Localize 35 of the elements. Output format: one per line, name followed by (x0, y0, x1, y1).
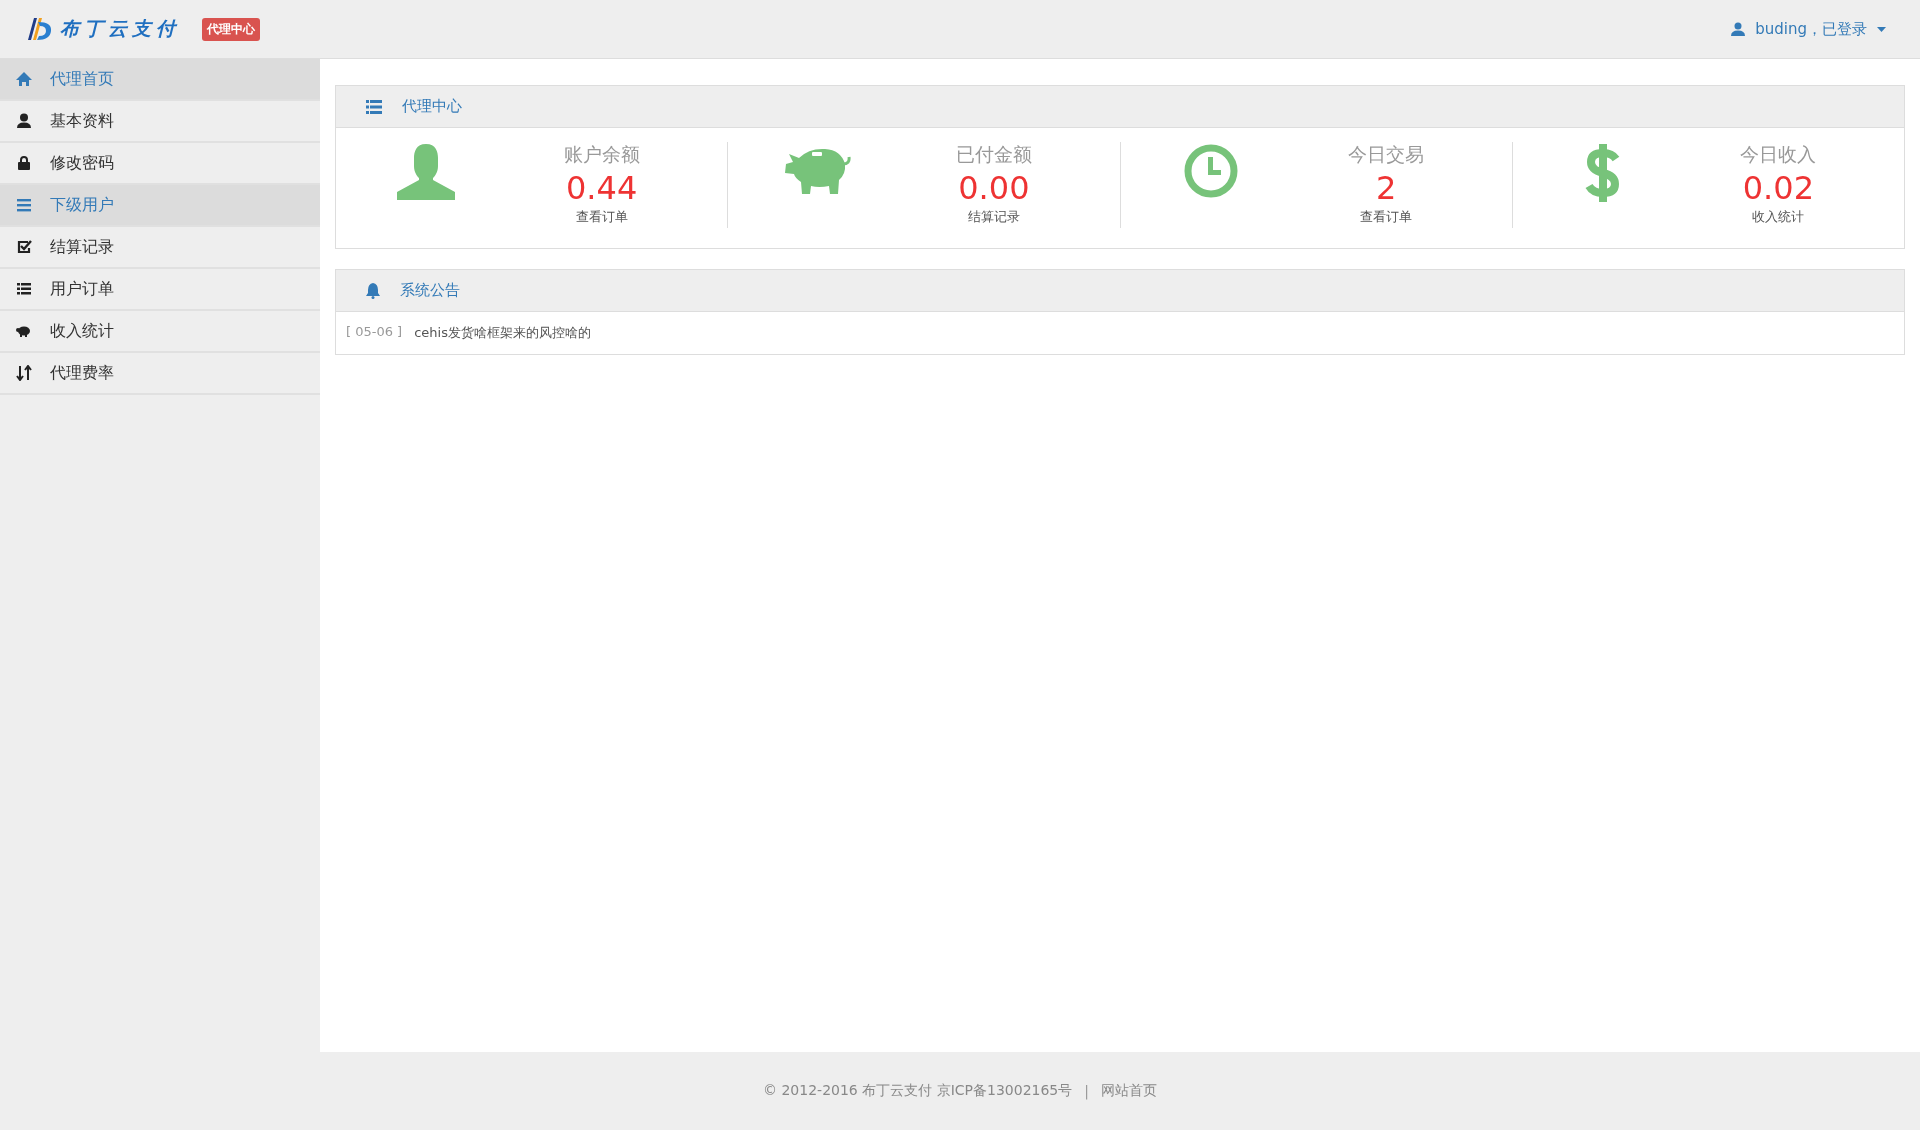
notice-link[interactable]: cehis发货啥框架来的风控啥的 (414, 324, 591, 342)
dollar-icon (1583, 144, 1622, 202)
bars-icon (16, 197, 32, 213)
stat-value: 0.44 (566, 168, 638, 208)
stat-link[interactable]: 查看订单 (1360, 208, 1413, 226)
user-icon (397, 144, 455, 200)
stat-value: 0.00 (958, 168, 1030, 208)
stat-label: 已付金额 (955, 142, 1032, 167)
panel-title: 代理中心 (402, 97, 462, 116)
lock-icon (16, 155, 32, 171)
caret-icon (1877, 26, 1886, 32)
user-menu[interactable]: buding，已登录 (1731, 19, 1886, 39)
stat-label: 今日交易 (1348, 142, 1425, 167)
sort-icon (16, 365, 32, 381)
panel-title: 系统公告 (400, 281, 460, 300)
bell-icon (366, 282, 380, 299)
logo-text[interactable]: 布丁云支付 (60, 16, 180, 42)
stat-value: 2 (1375, 168, 1397, 208)
list-icon (366, 99, 382, 114)
stat-link[interactable]: 结算记录 (967, 208, 1020, 226)
user-icon (1731, 22, 1746, 36)
stat-label: 账户余额 (563, 142, 640, 167)
list-icon (16, 281, 32, 297)
stat-value: 0.02 (1742, 168, 1814, 208)
stat-label: 今日收入 (1740, 142, 1817, 167)
user-icon (16, 113, 32, 129)
notice-date: [ 05-06 ] (346, 324, 403, 341)
home-icon (16, 71, 32, 87)
copyright-text: © 2012-2016 布丁云支付 京ICP备13002165号 (763, 1082, 1073, 1100)
agent-badge: 代理中心 (202, 17, 260, 41)
stat-link[interactable]: 查看订单 (575, 208, 628, 226)
check-icon (16, 239, 32, 255)
separator: | (1084, 1083, 1089, 1099)
clock-icon (1183, 144, 1238, 198)
stat-link[interactable]: 收入统计 (1752, 208, 1805, 226)
